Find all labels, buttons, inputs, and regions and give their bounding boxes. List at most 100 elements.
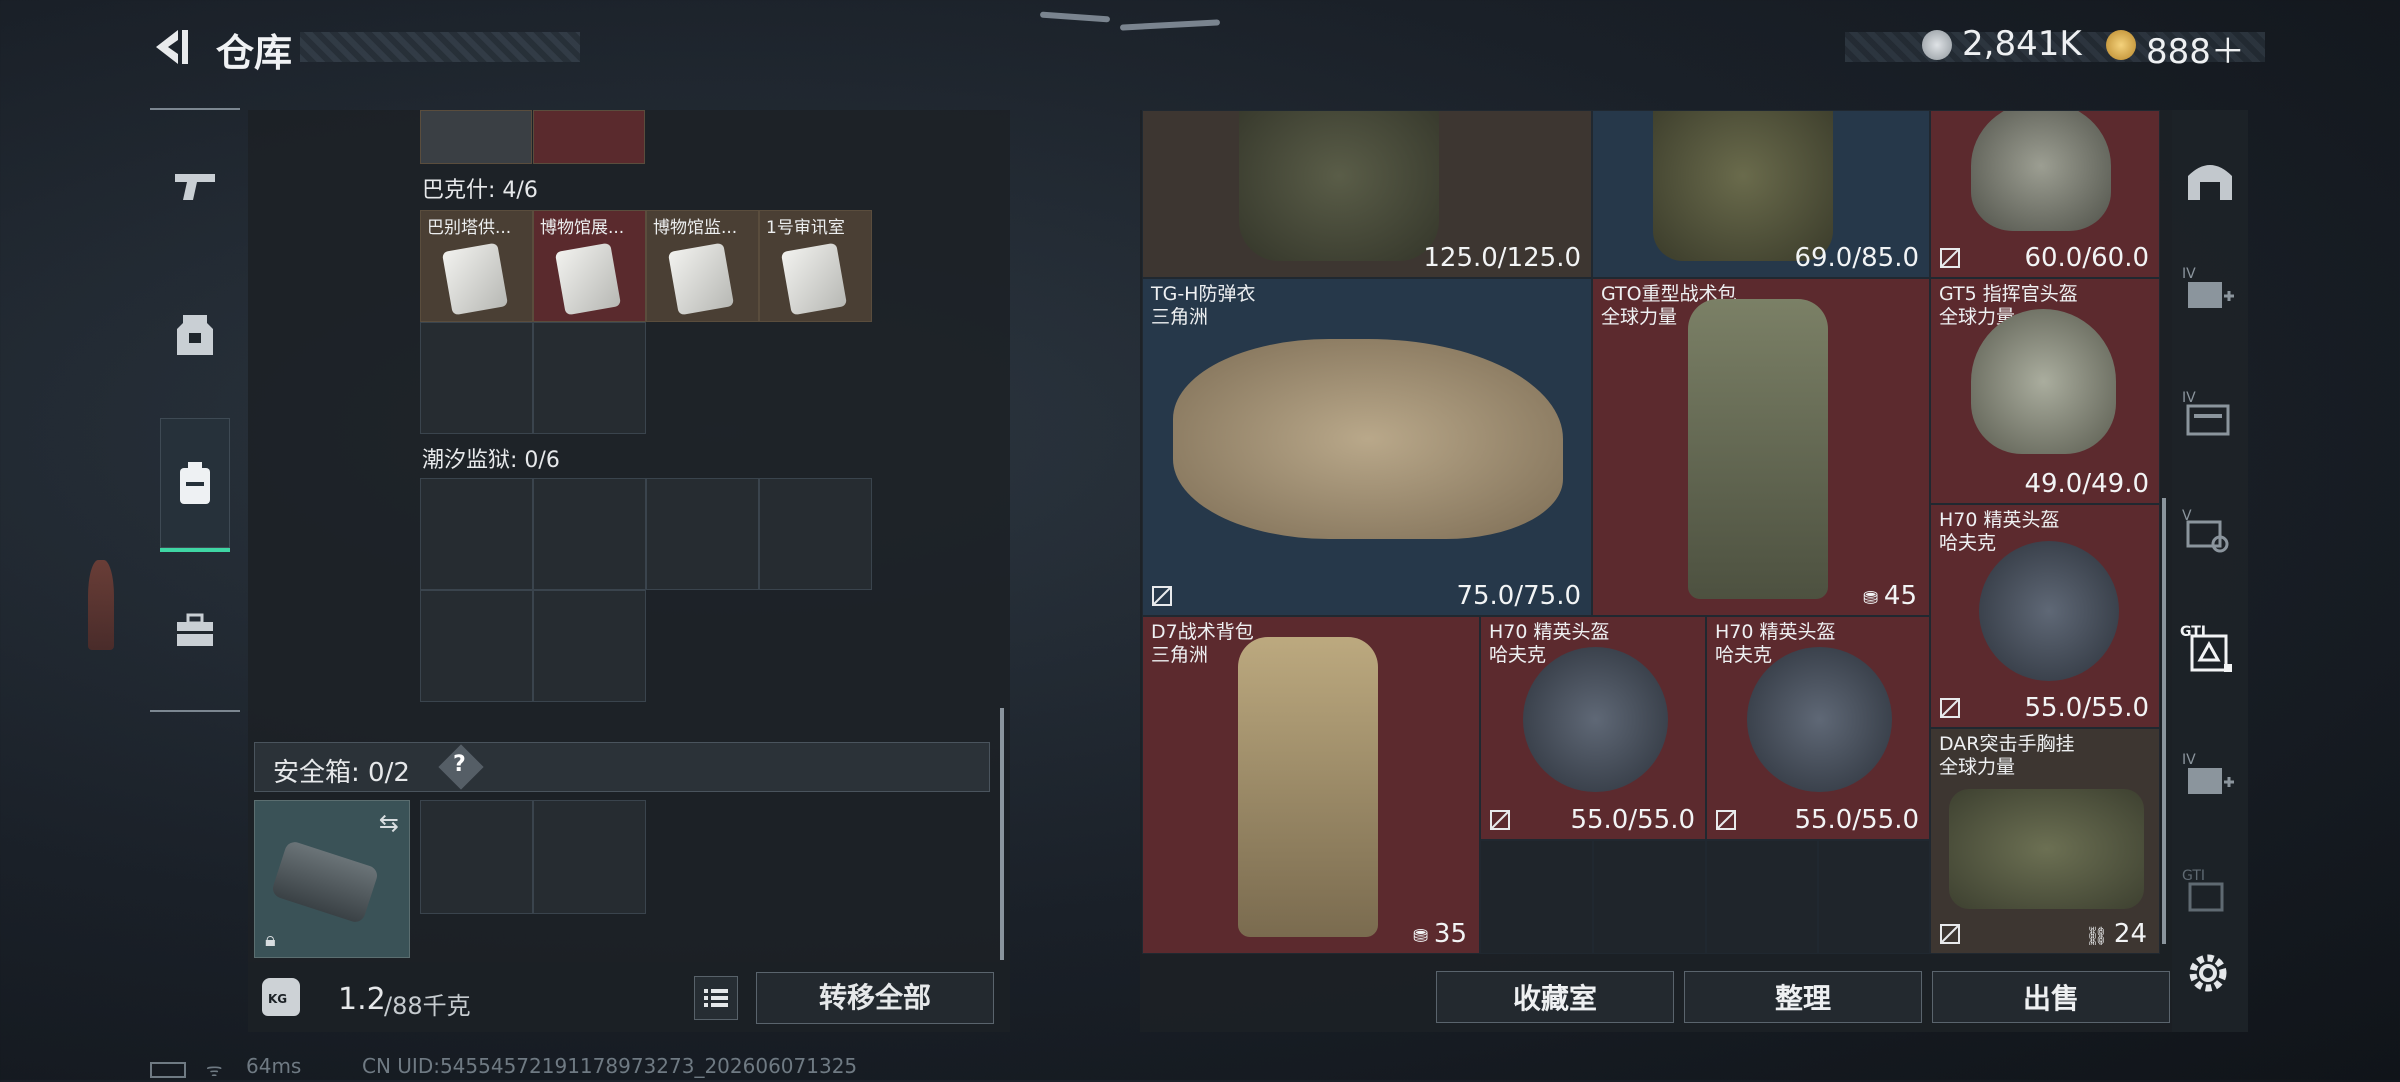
section-label: 潮汐监狱: 0/6: [422, 448, 560, 473]
item-card-icon: [667, 242, 735, 316]
list-item[interactable]: 博物馆展...: [533, 210, 646, 322]
item-tile[interactable]: GT5 指挥官头盔 全球力量 49.0/49.0: [1930, 278, 2160, 504]
empty-slot[interactable]: [420, 800, 533, 914]
ping-text: 64ms: [246, 1054, 302, 1078]
item-tile[interactable]: TG-H防弹衣 三角洲 75.0/75.0: [1142, 278, 1592, 616]
pistol-icon: [175, 174, 215, 200]
vest-icon: [177, 315, 213, 355]
storage-container-icon[interactable]: IV: [2180, 386, 2240, 446]
swap-icon[interactable]: ⇆: [379, 809, 399, 837]
item-slot[interactable]: [420, 110, 532, 164]
empty-slot[interactable]: [533, 800, 646, 914]
help-icon-glyph: ?: [453, 752, 466, 777]
nav-toolbox[interactable]: [160, 585, 230, 675]
nav-weapons[interactable]: [160, 142, 230, 232]
settings-gear-icon[interactable]: [2185, 950, 2231, 996]
collection-room-button[interactable]: 收藏室: [1436, 971, 1674, 1023]
gold-coin-icon: [2106, 30, 2136, 60]
selected-container-icon[interactable]: GTI: [2180, 620, 2240, 680]
locked-container-icon[interactable]: GTI: [2180, 864, 2240, 924]
no-insure-icon: [1940, 924, 1960, 944]
section-label: 巴克什: 4/6: [422, 178, 538, 203]
no-insure-icon: [1716, 810, 1736, 830]
item-tile[interactable]: H70 精英头盔 哈夫克 55.0/55.0: [1930, 504, 2160, 728]
list-item[interactable]: 博物馆监...: [646, 210, 759, 322]
no-insure-icon: [1940, 698, 1960, 718]
empty-slot[interactable]: [1480, 840, 1593, 954]
item-tile[interactable]: 60.0/60.0: [1930, 110, 2160, 278]
weight-current: 1.2: [338, 982, 386, 1017]
header-decoration: [300, 32, 580, 62]
organize-button[interactable]: 整理: [1684, 971, 1922, 1023]
list-item[interactable]: 巴别塔供...: [420, 210, 533, 322]
safe-box-header: 安全箱: 0/2 ? ?: [254, 742, 990, 792]
list-item[interactable]: 1号审讯室: [759, 210, 872, 322]
list-view-button[interactable]: [694, 976, 738, 1020]
safe-box-label: 安全箱: 0/2: [273, 758, 410, 788]
safehouse-icon[interactable]: [2180, 150, 2240, 210]
empty-slot[interactable]: [759, 478, 872, 590]
safe-box-slot[interactable]: ⇆ 🔒︎: [254, 800, 410, 958]
helmet-image: [1979, 541, 2119, 681]
weight-max: /88千克: [384, 992, 471, 1020]
transfer-all-button[interactable]: 转移全部: [756, 972, 994, 1024]
helmet-image: [1971, 309, 2116, 454]
currency-silver: 2,841K: [1962, 24, 2082, 64]
uid-text: CN UID:54554572191178973273_202606071325: [362, 1054, 858, 1078]
empty-slot[interactable]: [533, 590, 646, 702]
no-insure-icon: [1152, 586, 1172, 606]
item-tile[interactable]: H70 精英头盔 哈夫克 55.0/55.0: [1480, 616, 1706, 840]
body-armor-image: [1173, 339, 1563, 539]
camo-vest-image: [1653, 111, 1833, 261]
helmet-image: [1747, 647, 1892, 792]
item-tile[interactable]: DAR突击手胸挂 全球力量 ⛓ 24: [1930, 728, 2160, 954]
page-title: 仓库: [216, 31, 293, 75]
currency-gold[interactable]: 888＋: [2146, 24, 2245, 73]
item-tile[interactable]: 69.0/85.0: [1592, 110, 1930, 278]
item-slot[interactable]: [533, 110, 645, 164]
empty-slot[interactable]: [646, 478, 759, 590]
capacity-icon: ⛃: [1863, 588, 1884, 609]
backpack-image: [1688, 299, 1828, 599]
wifi-icon: ᯤ: [206, 1060, 223, 1081]
add-container-icon[interactable]: IV: [2180, 748, 2240, 808]
add-container-icon[interactable]: IV: [2180, 262, 2240, 322]
weight-icon: KG: [262, 978, 300, 1016]
item-tile[interactable]: H70 精英头盔 哈夫克 55.0/55.0: [1706, 616, 1930, 840]
item-card-icon: [441, 242, 509, 316]
battery-icon: [150, 1062, 186, 1078]
empty-slot[interactable]: [533, 478, 646, 590]
chest-rig-image: [1949, 789, 2144, 909]
backpack-icon: [180, 462, 210, 504]
safe-case-icon: [270, 839, 380, 925]
empty-slot[interactable]: [420, 322, 533, 434]
stash-scrollbar[interactable]: [2162, 498, 2166, 944]
empty-slot[interactable]: [1593, 840, 1706, 954]
sell-button[interactable]: 出售: [1932, 971, 2170, 1023]
item-card-icon: [554, 242, 622, 316]
search-container-icon[interactable]: V: [2180, 504, 2240, 564]
no-insure-icon: [1490, 810, 1510, 830]
empty-slot[interactable]: [1706, 840, 1818, 954]
panel-scrollbar[interactable]: [1000, 708, 1004, 960]
empty-slot[interactable]: [420, 478, 533, 590]
empty-slot[interactable]: [1818, 840, 1930, 954]
helmet-image: [1523, 647, 1668, 792]
toolbox-icon: [177, 613, 213, 646]
lock-icon: 🔒︎: [265, 927, 276, 951]
capacity-icon: ⛓: [2085, 926, 2114, 947]
nav-equipment[interactable]: [160, 290, 230, 380]
item-tile[interactable]: D7战术背包 三角洲 ⛃ 35: [1142, 616, 1480, 954]
capacity-icon: ⛃: [1413, 926, 1434, 947]
helmet-image: [1971, 111, 2111, 231]
back-arrow-icon[interactable]: [148, 24, 194, 70]
empty-slot[interactable]: [420, 590, 533, 702]
backpack-image: [1238, 637, 1378, 937]
silver-coin-icon: [1922, 30, 1952, 60]
no-insure-icon: [1940, 248, 1960, 268]
item-tile[interactable]: GTO重型战术包 全球力量 ⛃ 45: [1592, 278, 1930, 616]
nav-backpack[interactable]: [160, 418, 230, 552]
item-tile[interactable]: 125.0/125.0: [1142, 110, 1592, 278]
item-card-icon: [780, 242, 848, 316]
empty-slot[interactable]: [533, 322, 646, 434]
